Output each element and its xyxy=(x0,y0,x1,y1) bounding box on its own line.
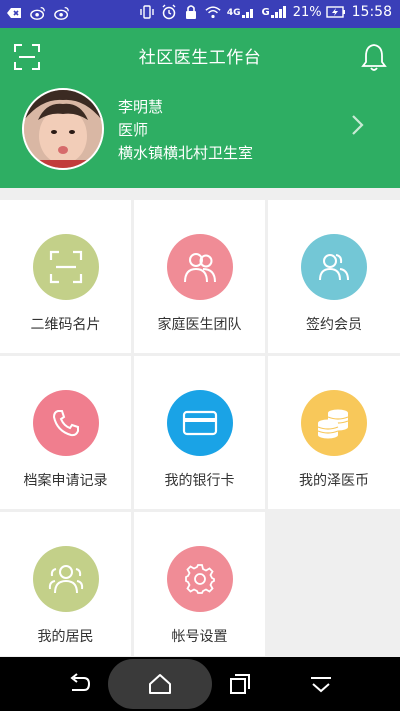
battery-icon xyxy=(325,6,345,18)
tile-doctor-team[interactable]: 家庭医生团队 xyxy=(134,200,265,353)
tile-label: 我的泽医币 xyxy=(299,473,369,489)
home-button[interactable] xyxy=(147,672,173,696)
members-icon xyxy=(319,254,349,281)
tile-coins[interactable]: 我的泽医币 xyxy=(268,356,400,509)
avatar-photo xyxy=(24,90,102,168)
doctors-team-icon-circle xyxy=(167,234,233,300)
qr-scan-icon-circle xyxy=(33,234,99,300)
navigation-bar xyxy=(0,657,400,711)
vibrate-icon xyxy=(139,4,155,20)
back-button[interactable] xyxy=(66,672,92,696)
recent-apps-icon xyxy=(230,674,250,694)
signal-icon xyxy=(241,9,253,18)
network-4g-label: 4G xyxy=(226,8,241,18)
network-g-label: G xyxy=(261,7,270,18)
tile-label: 签约会员 xyxy=(306,317,362,333)
back-arrow-icon xyxy=(6,5,22,21)
gear-icon xyxy=(185,564,215,594)
back-icon xyxy=(70,673,91,691)
user-role: 医师 xyxy=(118,121,149,139)
tile-label: 家庭医生团队 xyxy=(157,317,242,333)
coins-icon-circle xyxy=(301,390,367,456)
notification-button[interactable] xyxy=(360,42,388,72)
bank-card-icon xyxy=(182,410,218,436)
user-organization: 横水镇横北村卫生室 xyxy=(118,144,254,162)
tile-label: 我的居民 xyxy=(37,629,94,645)
status-bar: 4G G 21% 15:58 xyxy=(0,0,400,28)
clock-time: 15:58 xyxy=(351,4,392,20)
tile-label: 二维码名片 xyxy=(30,317,101,333)
signal-icon xyxy=(270,6,286,18)
tile-my-residents[interactable]: 我的居民 xyxy=(0,512,131,656)
coins-icon xyxy=(317,409,349,439)
alarm-icon xyxy=(161,4,177,20)
members-icon-circle xyxy=(301,234,367,300)
tile-label: 我的银行卡 xyxy=(164,473,235,489)
residents-icon xyxy=(48,565,84,594)
phone-icon-circle xyxy=(33,390,99,456)
feature-grid: 二维码名片 家庭医生团队 签约会员 档案申请记录 我的银行卡 我的泽医币 我的居… xyxy=(0,200,400,656)
battery-percent: 21% xyxy=(292,4,322,20)
bank-card-icon-circle xyxy=(167,390,233,456)
tile-label: 帐号设置 xyxy=(171,629,228,645)
wifi-icon xyxy=(205,4,221,20)
recent-apps-button[interactable] xyxy=(227,672,253,696)
battery: 21% xyxy=(293,5,346,20)
bell-icon xyxy=(361,44,387,71)
tile-account-settings[interactable]: 帐号设置 xyxy=(134,512,265,656)
tile-bank-card[interactable]: 我的银行卡 xyxy=(134,356,265,509)
menu-down-icon xyxy=(311,677,331,693)
tile-members[interactable]: 签约会员 xyxy=(268,200,400,353)
doctors-team-icon xyxy=(184,253,216,283)
tile-record-applications[interactable]: 档案申请记录 xyxy=(0,356,131,509)
user-name: 李明慧 xyxy=(118,98,164,116)
qr-scan-icon xyxy=(49,250,83,284)
profile-chevron[interactable] xyxy=(350,114,366,136)
signal-g: G xyxy=(262,6,287,18)
tile-qr-card[interactable]: 二维码名片 xyxy=(0,200,131,353)
weibo-icon xyxy=(54,5,70,21)
phone-icon xyxy=(52,410,79,437)
tile-label: 档案申请记录 xyxy=(23,473,108,489)
weibo-icon xyxy=(30,5,46,21)
lock-icon xyxy=(183,4,199,20)
chevron-right-icon xyxy=(352,115,364,135)
signal-4g: 4G xyxy=(227,6,256,18)
residents-icon-circle xyxy=(33,546,99,612)
avatar[interactable] xyxy=(22,88,104,170)
profile-info[interactable]: 李明慧 医师 横水镇横北村卫生室 xyxy=(118,96,253,165)
header: 社区医生工作台 李明慧 医师 横水镇横北村卫生室 xyxy=(0,28,400,188)
menu-button[interactable] xyxy=(308,672,334,696)
gear-icon-circle xyxy=(167,546,233,612)
page-title: 社区医生工作台 xyxy=(138,48,262,68)
home-icon xyxy=(149,674,171,694)
